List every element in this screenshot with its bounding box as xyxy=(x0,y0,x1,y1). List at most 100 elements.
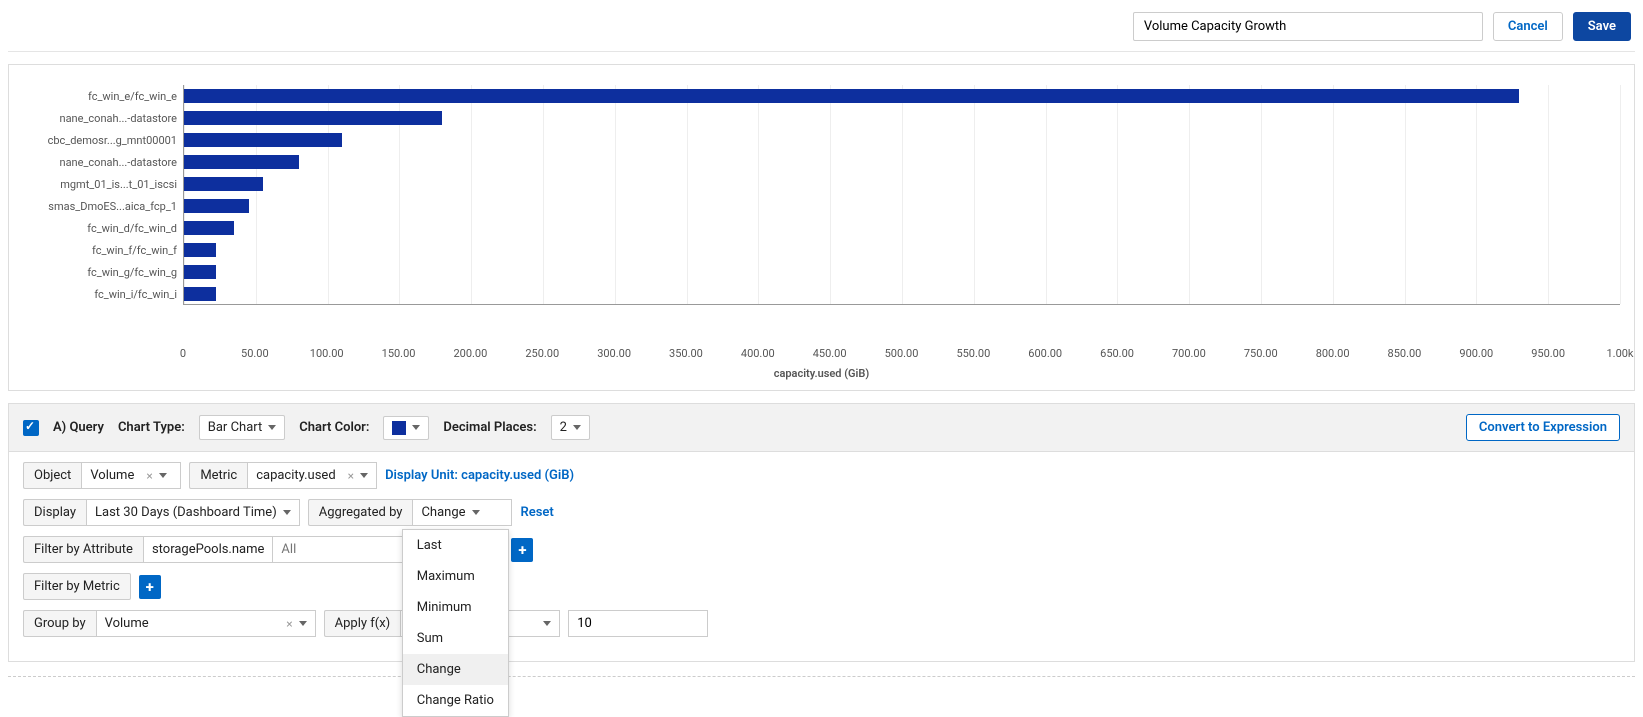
chart-x-axis-label: capacity.used (GiB) xyxy=(23,367,1620,380)
group-by-selector[interactable]: Group by Volume × xyxy=(23,610,316,637)
save-button[interactable]: Save xyxy=(1573,12,1631,41)
grid-line xyxy=(615,85,616,304)
convert-to-expression-button[interactable]: Convert to Expression xyxy=(1466,414,1620,441)
x-tick-label: 0 xyxy=(180,347,186,360)
chart-bar[interactable] xyxy=(184,111,442,125)
chart-x-ticks: 050.00100.00150.00200.00250.00300.00350.… xyxy=(183,345,1620,361)
chart-type-select[interactable]: Bar Chart xyxy=(199,415,285,440)
dropdown-option[interactable]: Sum xyxy=(403,623,508,654)
x-tick-label: 800.00 xyxy=(1316,347,1350,360)
caret-down-icon xyxy=(268,425,276,430)
caret-down-icon xyxy=(412,425,420,430)
dropdown-option[interactable]: Minimum xyxy=(403,592,508,623)
x-tick-label: 850.00 xyxy=(1388,347,1422,360)
x-tick-label: 200.00 xyxy=(453,347,487,360)
display-unit-link[interactable]: Display Unit: capacity.used (GiB) xyxy=(385,468,574,483)
aggregated-by-label: Aggregated by xyxy=(308,499,413,526)
caret-down-icon xyxy=(573,425,581,430)
grid-line xyxy=(1405,85,1406,304)
query-label: A) Query xyxy=(53,420,104,435)
object-selector[interactable]: Object Volume × xyxy=(23,462,181,489)
y-category-label: mgmt_01_is...t_01_iscsi xyxy=(23,173,183,195)
grid-line xyxy=(543,85,544,304)
grid-line xyxy=(974,85,975,304)
decimal-places-value: 2 xyxy=(560,420,567,435)
chart-y-labels: fc_win_e/fc_win_enane_conah...-datastore… xyxy=(23,85,183,305)
y-category-label: nane_conah...-datastore xyxy=(23,151,183,173)
x-tick-label: 150.00 xyxy=(382,347,416,360)
widget-title-input[interactable] xyxy=(1133,12,1483,41)
display-selector[interactable]: Display Last 30 Days (Dashboard Time) xyxy=(23,499,300,526)
dropdown-option[interactable]: Change Ratio xyxy=(403,685,508,716)
grid-line xyxy=(1189,85,1190,304)
x-tick-label: 1.00k xyxy=(1606,347,1633,360)
grid-line xyxy=(687,85,688,304)
dropdown-option[interactable]: Change xyxy=(403,654,508,685)
y-category-label: smas_DmoES...aica_fcp_1 xyxy=(23,195,183,217)
x-tick-label: 100.00 xyxy=(310,347,344,360)
y-category-label: fc_win_g/fc_win_g xyxy=(23,261,183,283)
filter-attr-field-value[interactable]: storagePools.name xyxy=(143,536,273,563)
chart-bar[interactable] xyxy=(184,265,216,279)
cancel-button[interactable]: Cancel xyxy=(1493,12,1563,41)
chart-bar[interactable] xyxy=(184,221,234,235)
chart-bar[interactable] xyxy=(184,133,342,147)
clear-icon[interactable]: × xyxy=(348,469,354,483)
chart-type-label: Chart Type: xyxy=(118,420,185,435)
grid-line xyxy=(1117,85,1118,304)
x-tick-label: 600.00 xyxy=(1028,347,1062,360)
x-tick-label: 500.00 xyxy=(885,347,919,360)
metric-selector[interactable]: Metric capacity.used × xyxy=(189,462,377,489)
chart-bar[interactable] xyxy=(184,243,216,257)
x-tick-label: 900.00 xyxy=(1459,347,1493,360)
caret-down-icon xyxy=(472,510,480,515)
query-enabled-checkbox[interactable] xyxy=(23,420,39,436)
x-tick-label: 50.00 xyxy=(241,347,269,360)
aggregated-by-value: Change xyxy=(421,505,465,520)
reset-link[interactable]: Reset xyxy=(520,505,553,520)
dropdown-option[interactable]: Last xyxy=(403,530,508,561)
apply-fx-number-input[interactable] xyxy=(568,610,708,637)
filter-attr-label: Filter by Attribute xyxy=(23,536,143,563)
y-category-label: nane_conah...-datastore xyxy=(23,107,183,129)
y-category-label: fc_win_i/fc_win_i xyxy=(23,283,183,305)
chart-color-select[interactable] xyxy=(383,416,429,440)
x-tick-label: 700.00 xyxy=(1172,347,1206,360)
chart-bar[interactable] xyxy=(184,155,299,169)
chart-bar[interactable] xyxy=(184,177,263,191)
x-tick-label: 300.00 xyxy=(597,347,631,360)
grid-line xyxy=(1333,85,1334,304)
chart-bar[interactable] xyxy=(184,287,216,301)
object-value: Volume xyxy=(90,468,134,483)
add-metric-filter-button[interactable]: + xyxy=(139,575,161,599)
y-category-label: cbc_demosr...g_mnt00001 xyxy=(23,129,183,151)
chart-bar[interactable] xyxy=(184,199,249,213)
grid-line xyxy=(758,85,759,304)
aggregated-by-selector[interactable]: Aggregated by Change LastMaximumMinimumS… xyxy=(308,499,513,526)
caret-down-icon xyxy=(159,473,167,478)
x-tick-label: 750.00 xyxy=(1244,347,1278,360)
chart-bar[interactable] xyxy=(184,89,1519,103)
grid-line xyxy=(1620,85,1621,304)
add-attr-filter-button[interactable]: + xyxy=(511,538,533,562)
chart-plot-area xyxy=(183,85,1620,305)
grid-line xyxy=(1046,85,1047,304)
grid-line xyxy=(471,85,472,304)
decimal-places-label: Decimal Places: xyxy=(443,420,536,435)
x-tick-label: 350.00 xyxy=(669,347,703,360)
caret-down-icon xyxy=(283,510,291,515)
grid-line xyxy=(1548,85,1549,304)
chart-color-label: Chart Color: xyxy=(299,420,369,435)
dropdown-option[interactable]: Maximum xyxy=(403,561,508,592)
filter-metric-label: Filter by Metric xyxy=(23,573,131,600)
decimal-places-select[interactable]: 2 xyxy=(551,415,590,440)
clear-icon[interactable]: × xyxy=(286,617,292,631)
caret-down-icon xyxy=(543,621,551,626)
section-separator xyxy=(8,676,1635,677)
x-tick-label: 950.00 xyxy=(1531,347,1565,360)
grid-line xyxy=(902,85,903,304)
grid-line xyxy=(1476,85,1477,304)
caret-down-icon xyxy=(299,621,307,626)
apply-fx-label: Apply f(x) xyxy=(324,610,401,637)
clear-icon[interactable]: × xyxy=(146,469,152,483)
